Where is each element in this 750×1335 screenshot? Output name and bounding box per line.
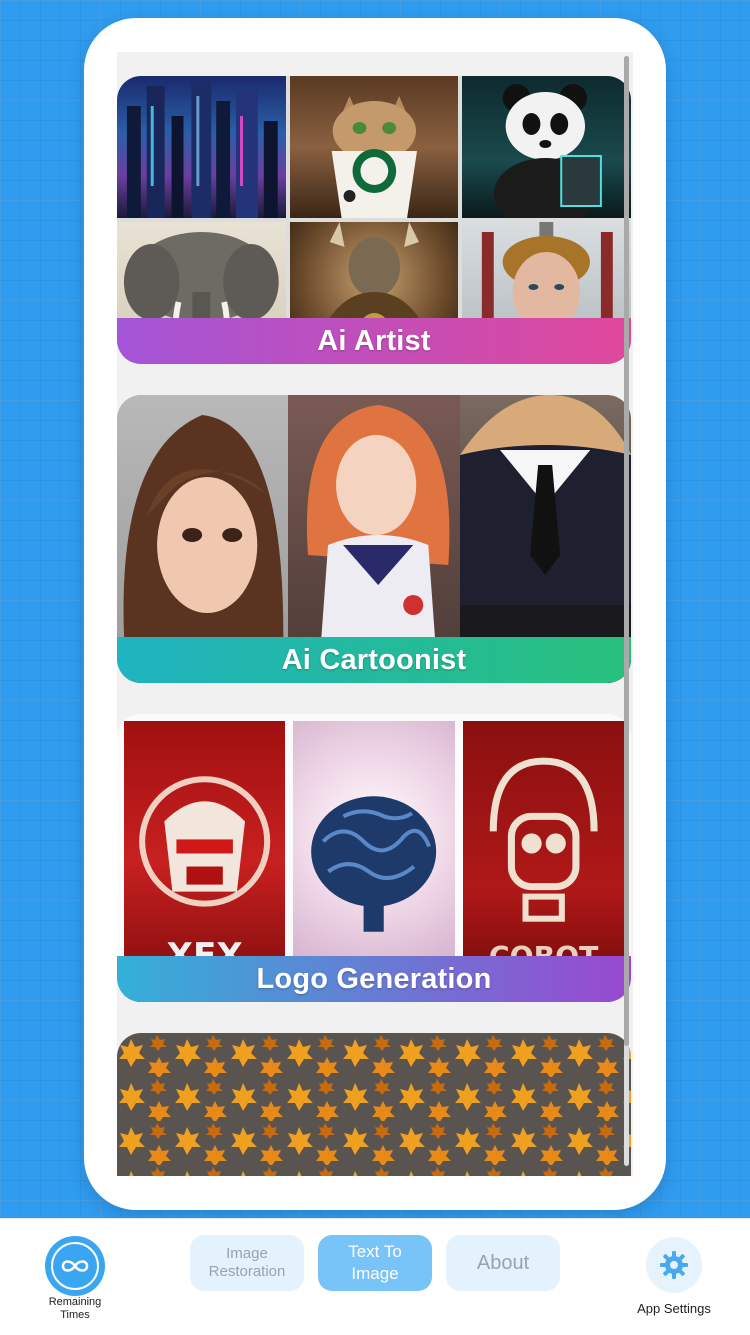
ai-artist-label: Ai Artist <box>317 324 431 357</box>
cyberpunk-city-image <box>117 76 286 218</box>
logo-generation-label: Logo Generation <box>256 962 492 995</box>
ai-artist-banner: Ai Artist <box>117 318 631 364</box>
remaining-times-button[interactable] <box>45 1236 105 1296</box>
tab-about[interactable]: About <box>446 1235 560 1291</box>
feature-list[interactable]: Ai Artist Ai Cartoonist Logo Generation <box>117 52 633 1176</box>
autumn-leaves-pattern-image <box>117 1033 631 1176</box>
bottom-navigation: Remaining Times Image Restoration Text T… <box>0 1218 750 1335</box>
scrollbar[interactable] <box>624 56 629 1166</box>
app-settings-button[interactable] <box>646 1237 702 1293</box>
tab-text-to-image-label: Text To Image <box>348 1242 402 1283</box>
infinity-icon <box>51 1242 99 1290</box>
logo-generation-banner: Logo Generation <box>117 956 631 1002</box>
tab-image-restoration[interactable]: Image Restoration <box>190 1235 304 1291</box>
phone-frame: Ai Artist Ai Cartoonist Logo Generation <box>84 18 666 1210</box>
scrollbar-thumb[interactable] <box>624 56 629 1046</box>
tab-text-to-image[interactable]: Text To Image <box>318 1235 432 1291</box>
ai-artist-card[interactable]: Ai Artist <box>117 76 631 364</box>
remaining-times-label: Remaining Times <box>48 1296 102 1321</box>
ai-cartoonist-label: Ai Cartoonist <box>281 643 467 676</box>
pattern-card[interactable] <box>117 1033 631 1176</box>
tab-image-restoration-label: Image Restoration <box>208 1245 286 1280</box>
ai-cartoonist-banner: Ai Cartoonist <box>117 637 631 683</box>
app-settings-label: App Settings <box>637 1301 711 1316</box>
logo-generation-card[interactable]: XEX <box>117 714 631 1002</box>
panda-image <box>462 76 631 218</box>
ai-cartoonist-card[interactable]: Ai Cartoonist <box>117 395 631 683</box>
gear-icon <box>660 1251 688 1279</box>
tab-about-label: About <box>476 1252 530 1274</box>
cat-in-cup-image <box>289 76 459 218</box>
